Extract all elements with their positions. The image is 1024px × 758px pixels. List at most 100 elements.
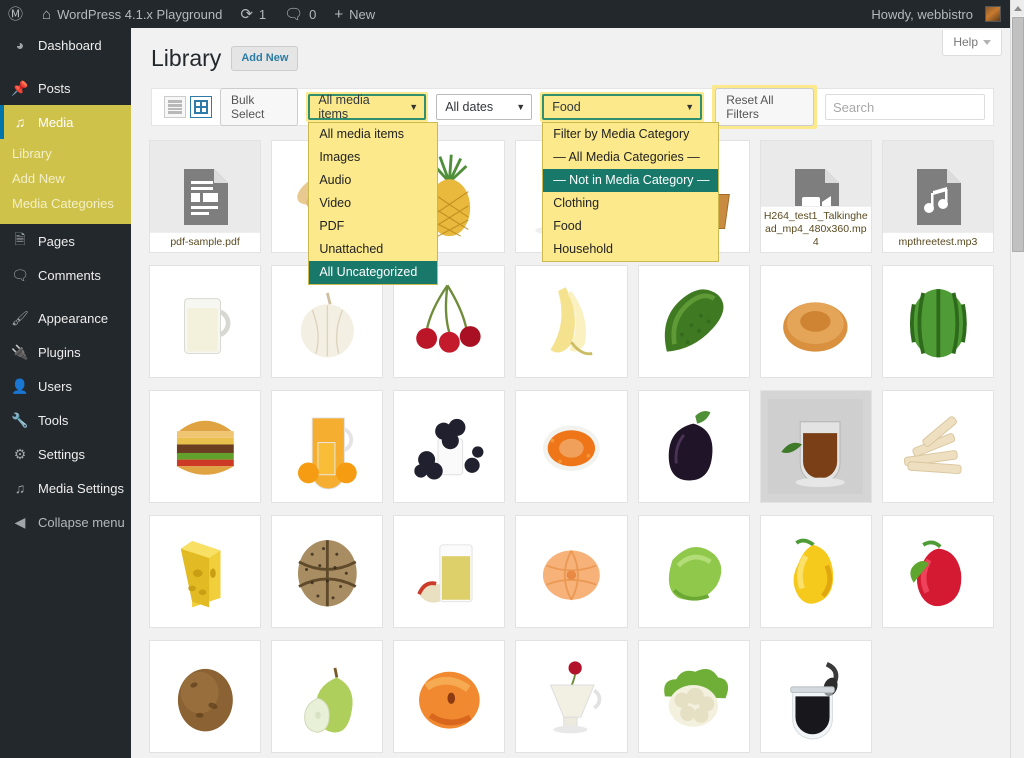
sidebar-item-dashboard[interactable]: ◕ Dashboard [0, 28, 131, 62]
search-input[interactable] [825, 94, 985, 120]
media-category-options: Filter by Media Category — All Media Cat… [542, 122, 718, 262]
media-thumbnail [402, 399, 497, 494]
media-tile[interactable] [393, 515, 505, 628]
media-tile[interactable] [149, 265, 261, 378]
scrollbar-thumb[interactable] [1012, 17, 1024, 252]
chevron-down-icon: ▼ [409, 102, 418, 112]
option-all-uncategorized[interactable]: All Uncategorized [309, 261, 437, 284]
media-tile[interactable] [515, 640, 627, 753]
media-thumbnail [402, 649, 497, 744]
media-tile[interactable] [271, 640, 383, 753]
media-thumbnail [158, 399, 253, 494]
option-filter-by-media-category[interactable]: Filter by Media Category [543, 123, 717, 146]
sidebar-item-users[interactable]: 👤 Users [0, 369, 131, 403]
media-tile[interactable] [271, 515, 383, 628]
wordpress-logo-menu[interactable]: Ⓜ [0, 0, 33, 28]
media-tile[interactable] [271, 390, 383, 503]
scroll-up-button[interactable] [1011, 0, 1024, 16]
media-tile[interactable] [760, 390, 872, 503]
pin-icon: 📌 [10, 80, 30, 97]
media-tile[interactable] [149, 515, 261, 628]
date-select[interactable]: All dates ▼ [436, 94, 532, 120]
media-toolbar: Bulk Select All media items ▼ All media … [151, 88, 994, 126]
bulk-select-button[interactable]: Bulk Select [220, 88, 298, 126]
my-account-menu[interactable]: Howdy, webbistro [862, 0, 1010, 28]
comments-count: 0 [309, 7, 316, 22]
media-tile[interactable] [638, 390, 750, 503]
add-new-button[interactable]: Add New [231, 46, 298, 71]
media-thumbnail [646, 524, 741, 619]
media-tile[interactable] [638, 515, 750, 628]
media-tile[interactable]: H264_test1_Talkinghead_mp4_480x360.mp4 [760, 140, 872, 253]
media-tile[interactable] [760, 515, 872, 628]
media-tile[interactable] [149, 640, 261, 753]
sidebar-item-label: Plugins [38, 345, 81, 360]
media-tile[interactable] [149, 390, 261, 503]
site-name-menu[interactable]: ⌂ WordPress 4.1.x Playground [33, 0, 231, 28]
reset-filters-highlight: Reset All Filters [712, 85, 817, 129]
media-tile[interactable] [515, 515, 627, 628]
option-unattached[interactable]: Unattached [309, 238, 437, 261]
media-tile[interactable] [882, 265, 994, 378]
option-clothing[interactable]: Clothing [543, 192, 717, 215]
media-tile[interactable] [882, 390, 994, 503]
media-thumbnail [280, 649, 375, 744]
media-thumbnail [891, 399, 986, 494]
media-thumbnail [891, 524, 986, 619]
sidebar-item-media[interactable]: ♫ Media [0, 105, 131, 139]
reset-all-filters-button[interactable]: Reset All Filters [715, 88, 814, 126]
media-tile[interactable] [882, 515, 994, 628]
option-all-media-items[interactable]: All media items [309, 123, 437, 146]
main-content: Help Library Add New Bulk Select All med… [131, 28, 1010, 758]
page-scrollbar[interactable] [1010, 0, 1024, 758]
sidebar-item-posts[interactable]: 📌 Posts [0, 71, 131, 105]
media-tile[interactable] [393, 640, 505, 753]
sidebar-item-settings[interactable]: ⚙ Settings [0, 437, 131, 471]
media-tile[interactable] [515, 265, 627, 378]
media-tile[interactable] [638, 265, 750, 378]
option-pdf[interactable]: PDF [309, 215, 437, 238]
media-type-filter: All media items ▼ All media items Images… [306, 92, 428, 122]
sidebar-item-pages[interactable]: 🗎 Pages [0, 224, 131, 258]
media-category-filter: Food ▼ Filter by Media Category — All Me… [540, 92, 704, 122]
media-tile[interactable]: pdf-sample.pdf [149, 140, 261, 253]
sidebar-item-collapse-menu[interactable]: ◀ Collapse menu [0, 505, 131, 539]
media-thumbnail [524, 649, 619, 744]
option-audio[interactable]: Audio [309, 169, 437, 192]
sidebar-item-label: Media [38, 115, 73, 130]
sidebar-item-appearance[interactable]: 🖌 Appearance [0, 301, 131, 335]
media-tile[interactable] [760, 640, 872, 753]
sidebar-subitem-add-new[interactable]: Add New [0, 166, 131, 191]
chevron-down-icon: ▼ [516, 102, 525, 112]
sidebar-item-tools[interactable]: 🔧 Tools [0, 403, 131, 437]
option-images[interactable]: Images [309, 146, 437, 169]
media-category-select[interactable]: Food ▼ [542, 94, 702, 120]
updates-menu[interactable]: ⟳ 1 [231, 0, 275, 28]
media-type-select[interactable]: All media items ▼ [308, 94, 426, 120]
option-food[interactable]: Food [543, 215, 717, 238]
admin-bar: Ⓜ ⌂ WordPress 4.1.x Playground ⟳ 1 🗨 0 +… [0, 0, 1010, 28]
help-label: Help [953, 35, 978, 49]
sidebar-item-comments[interactable]: 🗨 Comments [0, 258, 131, 292]
sidebar-item-plugins[interactable]: 🔌 Plugins [0, 335, 131, 369]
sidebar-subitem-media-categories[interactable]: Media Categories [0, 191, 131, 216]
media-tile[interactable] [638, 640, 750, 753]
option-household[interactable]: Household [543, 238, 717, 261]
option-all-media-categories[interactable]: — All Media Categories — [543, 146, 717, 169]
option-not-in-media-category[interactable]: — Not in Media Category — [543, 169, 717, 192]
users-icon: 👤 [10, 378, 30, 395]
media-tile[interactable] [515, 390, 627, 503]
option-video[interactable]: Video [309, 192, 437, 215]
list-view-icon[interactable] [164, 96, 186, 118]
media-tile[interactable] [393, 390, 505, 503]
sidebar-item-media-settings[interactable]: ♫ Media Settings [0, 471, 131, 505]
help-button[interactable]: Help [942, 30, 1002, 56]
media-tile[interactable]: mpthreetest.mp3 [882, 140, 994, 253]
comments-menu[interactable]: 🗨 0 [275, 0, 325, 28]
media-filename: H264_test1_Talkinghead_mp4_480x360.mp4 [761, 206, 871, 252]
media-tile[interactable] [760, 265, 872, 378]
media-category-value: Food [552, 100, 581, 114]
grid-view-icon[interactable] [190, 96, 212, 118]
new-content-menu[interactable]: + New [325, 0, 384, 28]
sidebar-subitem-library[interactable]: Library [0, 141, 131, 166]
